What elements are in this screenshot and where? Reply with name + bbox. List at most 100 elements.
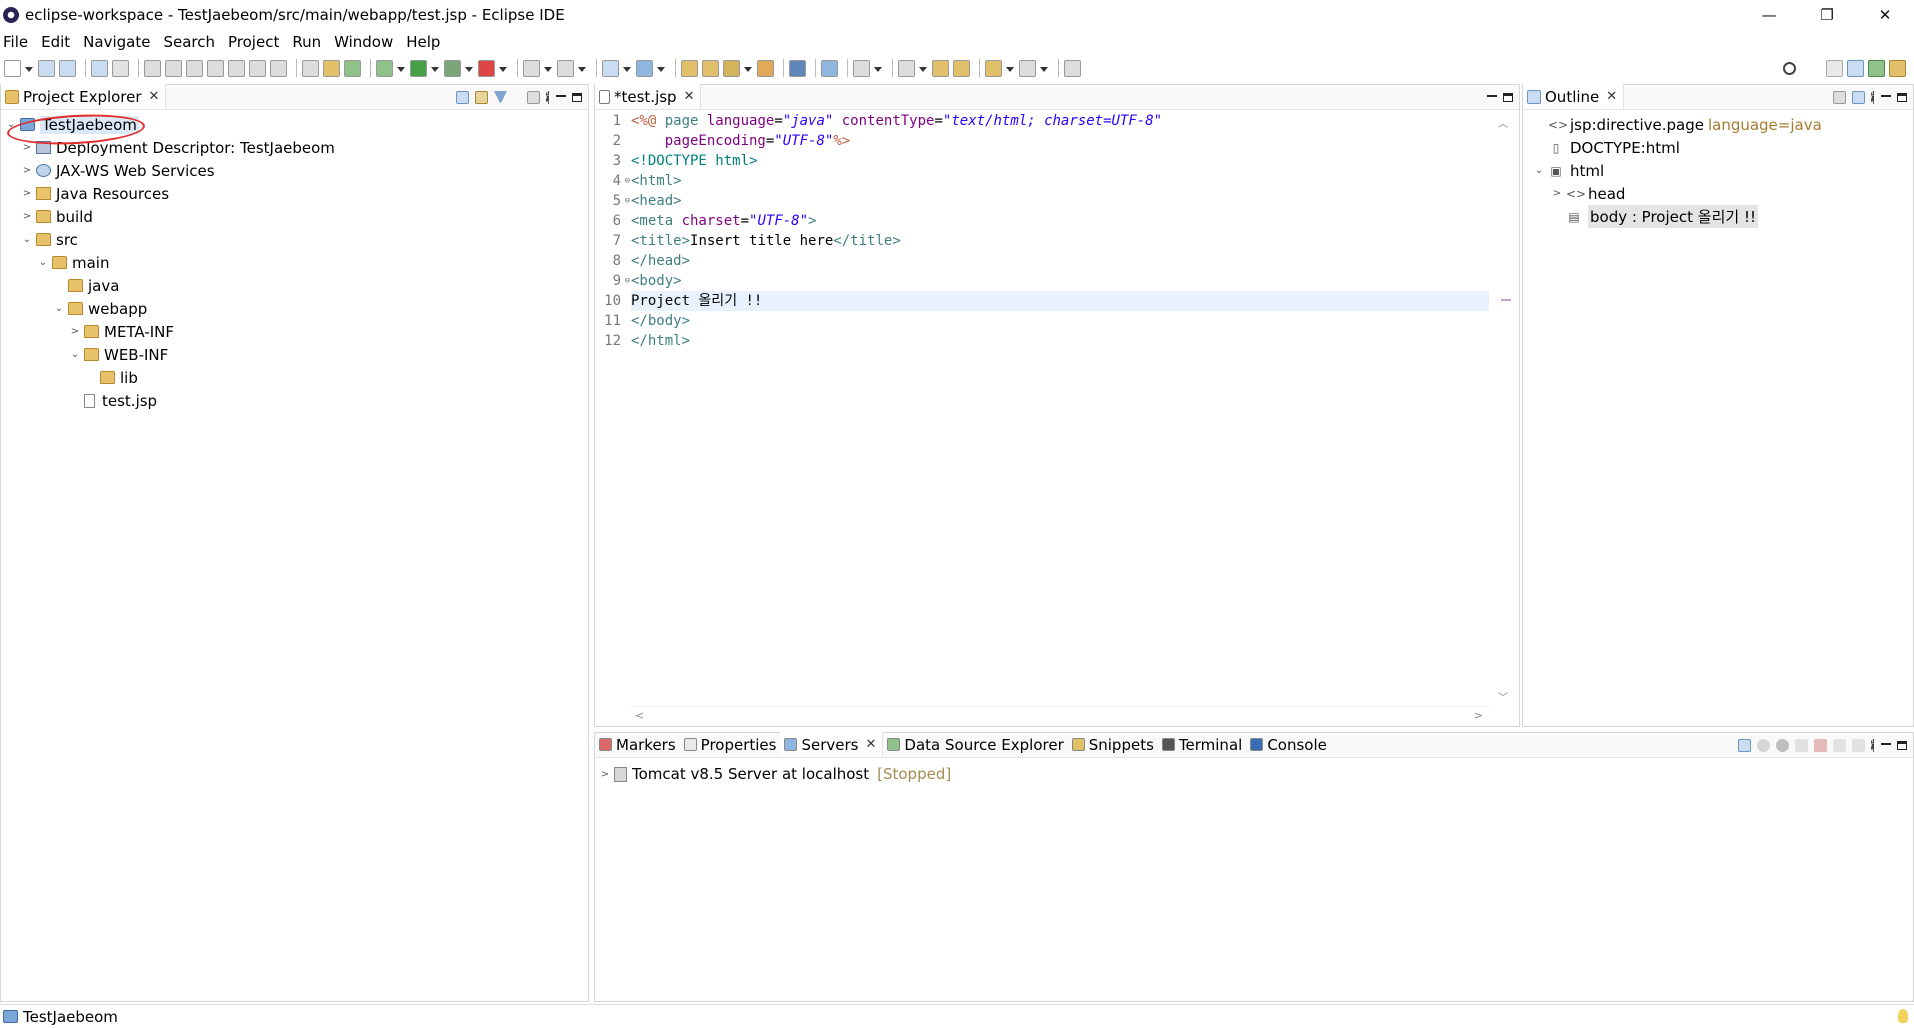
- toolbar-button-icon[interactable]: [91, 59, 108, 77]
- scroll-down-icon[interactable]: ﹀: [1498, 689, 1508, 704]
- code-line[interactable]: <title>Insert title here</title>: [631, 231, 1489, 251]
- toolbar-dropdown-icon[interactable]: [919, 60, 927, 77]
- code-line[interactable]: <html>: [631, 171, 1489, 191]
- outline-item[interactable]: ⌄ ▣ html: [1527, 159, 1913, 182]
- tree-item[interactable]: > Java Resources: [1, 182, 588, 205]
- java-perspective-icon[interactable]: [1889, 59, 1906, 77]
- code-line[interactable]: <body>: [631, 271, 1489, 291]
- code-line[interactable]: <meta charset="UTF-8">: [631, 211, 1489, 231]
- toolbar-button-icon[interactable]: [789, 59, 806, 77]
- close-icon[interactable]: ✕: [684, 89, 695, 104]
- toolbar-dropdown-icon[interactable]: [1040, 60, 1048, 77]
- minimize-view-icon[interactable]: [556, 94, 566, 97]
- toolbar-button-icon[interactable]: [59, 59, 76, 77]
- debug-perspective-icon[interactable]: [1868, 59, 1885, 77]
- maximize-view-icon[interactable]: [1897, 741, 1907, 750]
- horizontal-scrollbar[interactable]: < >: [631, 706, 1489, 726]
- collapse-all-icon[interactable]: [456, 91, 469, 104]
- filter-icon[interactable]: [494, 91, 507, 104]
- toolbar-button-icon[interactable]: [636, 59, 653, 77]
- publish-icon[interactable]: [1833, 739, 1846, 752]
- maximize-view-icon[interactable]: [572, 93, 582, 102]
- maximize-view-icon[interactable]: [1503, 93, 1513, 102]
- collapse-chevron-icon[interactable]: ⌄: [53, 303, 65, 314]
- toolbar-button-icon[interactable]: [249, 59, 266, 77]
- view-menu-icon[interactable]: [1871, 91, 1875, 104]
- tree-item[interactable]: > META-INF: [1, 320, 588, 343]
- link-with-editor-icon[interactable]: [475, 91, 488, 104]
- toolbar-dropdown-icon[interactable]: [25, 60, 33, 77]
- toolbar-button-icon[interactable]: [702, 59, 719, 77]
- fold-toggle-icon[interactable]: ⊖: [625, 171, 630, 191]
- code-area[interactable]: <%@ page language="java" contentType="te…: [631, 111, 1489, 706]
- collapse-chevron-icon[interactable]: ⌄: [69, 349, 81, 360]
- view-menu-icon[interactable]: [546, 91, 550, 104]
- expand-chevron-icon[interactable]: >: [69, 326, 81, 337]
- outline-item[interactable]: <> jsp:directive.page language=java: [1527, 113, 1913, 136]
- view-menu-icon[interactable]: [1871, 739, 1875, 752]
- expand-chevron-icon[interactable]: >: [21, 142, 33, 153]
- toolbar-button-icon[interactable]: [444, 59, 461, 77]
- collapse-all-icon[interactable]: [1738, 739, 1751, 752]
- minimize-view-icon[interactable]: [1487, 94, 1497, 97]
- server-row[interactable]: > Tomcat v8.5 Server at localhost [Stopp…: [599, 763, 951, 785]
- toolbar-button-icon[interactable]: [186, 59, 203, 77]
- code-line[interactable]: </head>: [631, 251, 1489, 271]
- tab-markers[interactable]: Markers: [595, 732, 680, 757]
- toolbar-button-icon[interactable]: [376, 59, 393, 77]
- expand-chevron-icon[interactable]: >: [21, 188, 33, 199]
- toolbar-button-icon[interactable]: [38, 59, 55, 77]
- toolbar-dropdown-icon[interactable]: [465, 60, 473, 77]
- toolbar-dropdown-icon[interactable]: [544, 60, 552, 77]
- minimize-button[interactable]: —: [1740, 0, 1798, 29]
- jee-perspective-icon[interactable]: [1847, 59, 1864, 77]
- close-icon[interactable]: ✕: [866, 737, 877, 752]
- toolbar-dropdown-icon[interactable]: [431, 60, 439, 77]
- code-line[interactable]: </body>: [631, 311, 1489, 331]
- toolbar-button-icon[interactable]: [1019, 59, 1036, 77]
- tree-item[interactable]: lib: [1, 366, 588, 389]
- minimize-view-icon[interactable]: [1881, 742, 1891, 745]
- maximize-view-icon[interactable]: [1897, 93, 1907, 102]
- collapse-chevron-icon[interactable]: ⌄: [1533, 165, 1545, 176]
- toolbar-button-icon[interactable]: [478, 59, 495, 77]
- menu-help[interactable]: Help: [400, 33, 447, 51]
- code-line[interactable]: </html>: [631, 331, 1489, 351]
- close-button[interactable]: ✕: [1856, 0, 1914, 29]
- menu-file[interactable]: File: [0, 33, 35, 51]
- search-icon[interactable]: [1783, 61, 1796, 75]
- collapse-all-icon[interactable]: [1852, 91, 1865, 104]
- toolbar-button-icon[interactable]: [1064, 59, 1081, 77]
- toolbar-dropdown-icon[interactable]: [578, 60, 586, 77]
- vertical-scrollbar[interactable]: ︿ ﹀: [1489, 111, 1519, 706]
- toolbar-button-icon[interactable]: [602, 59, 619, 77]
- toolbar-button-icon[interactable]: [853, 59, 870, 77]
- toolbar-button-icon[interactable]: [270, 59, 287, 77]
- close-icon[interactable]: ✕: [149, 89, 160, 104]
- toolbar-button-icon[interactable]: [932, 59, 949, 77]
- collapse-chevron-icon[interactable]: ⌄: [37, 257, 49, 268]
- outline-item[interactable]: ▤ body : Project 올리기 !!: [1527, 205, 1913, 228]
- editor-body[interactable]: 1 2 3 4 ⊖ 5 ⊖ 6 7 8 9 ⊖ 10 11 12 <%@ page language="ja…: [595, 111, 1519, 726]
- code-line[interactable]: Project 올리기 !!: [631, 291, 1489, 311]
- close-icon[interactable]: ✕: [1606, 89, 1617, 104]
- tab-data-source-explorer[interactable]: Data Source Explorer: [883, 732, 1067, 757]
- collapse-chevron-icon[interactable]: ⌄: [21, 234, 33, 245]
- debug-server-icon[interactable]: [1757, 739, 1770, 752]
- tab-terminal[interactable]: Terminal: [1158, 732, 1246, 757]
- expand-chevron-icon[interactable]: >: [21, 211, 33, 222]
- tab-properties[interactable]: Properties: [680, 732, 781, 757]
- toolbar-button-icon[interactable]: [557, 59, 574, 77]
- toolbar-button-icon[interactable]: [323, 59, 340, 77]
- tree-item[interactable]: ⌄ WEB-INF: [1, 343, 588, 366]
- menu-project[interactable]: Project: [222, 33, 286, 51]
- scroll-right-icon[interactable]: >: [1474, 709, 1483, 722]
- toolbar-button-icon[interactable]: [821, 59, 838, 77]
- outline-item[interactable]: > <> head: [1527, 182, 1913, 205]
- scroll-left-icon[interactable]: <: [635, 709, 644, 722]
- fold-toggle-icon[interactable]: ⊖: [625, 191, 630, 211]
- tab-snippets[interactable]: Snippets: [1068, 732, 1158, 757]
- tree-item[interactable]: > build: [1, 205, 588, 228]
- toolbar-button-icon[interactable]: [4, 59, 21, 77]
- tree-item[interactable]: > Deployment Descriptor: TestJaebeom: [1, 136, 588, 159]
